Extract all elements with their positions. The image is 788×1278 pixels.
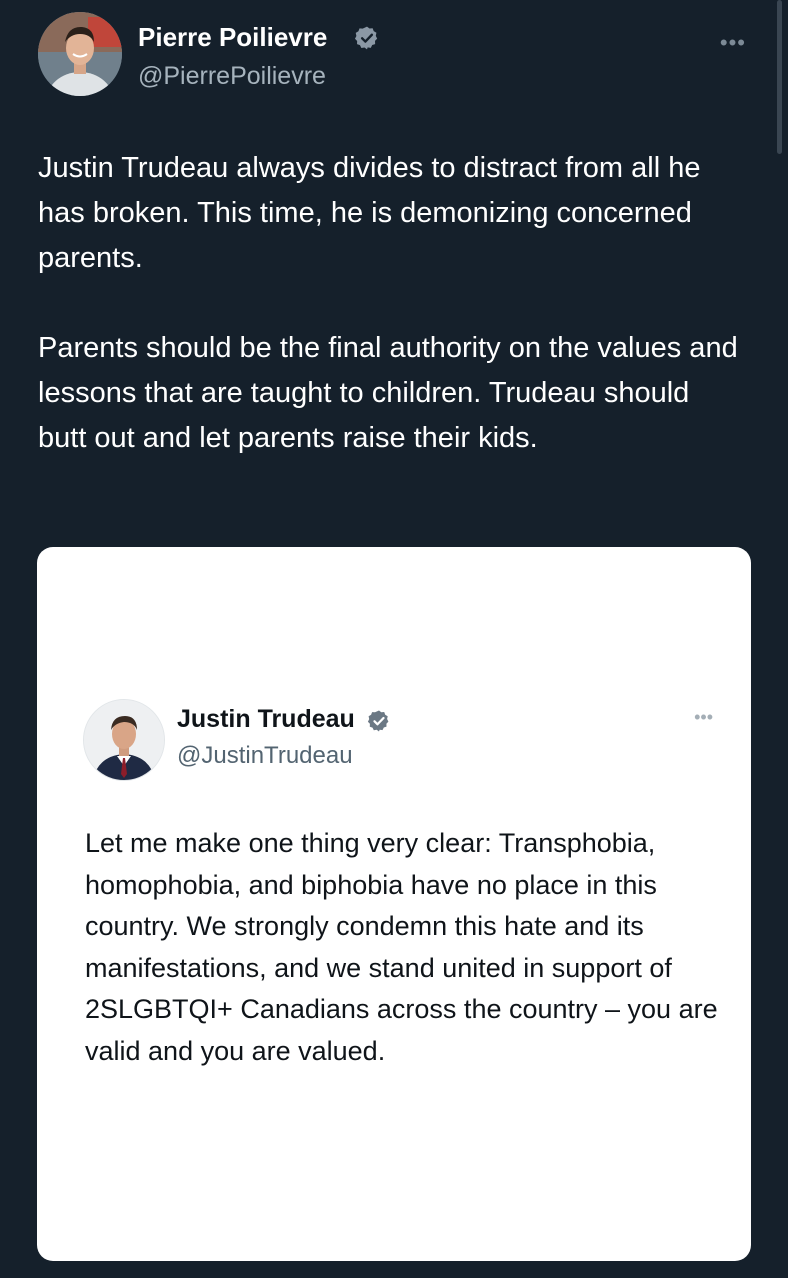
tweet-header: Pierre Poilievre @PierrePoilievre ••• xyxy=(38,12,758,102)
quoted-author-avatar[interactable] xyxy=(83,699,165,781)
quoted-author-handle[interactable]: @JustinTrudeau xyxy=(177,742,353,770)
author-avatar-image xyxy=(38,12,122,96)
author-avatar[interactable] xyxy=(38,12,122,96)
scrollbar[interactable] xyxy=(777,0,782,154)
tweet-paragraph: Parents should be the final authority on… xyxy=(38,332,738,454)
tweet-text: Justin Trudeau always divides to distrac… xyxy=(38,146,738,461)
quoted-author-name[interactable]: Justin Trudeau xyxy=(177,705,355,734)
more-horizontal-icon[interactable]: ••• xyxy=(720,30,746,56)
tweet-paragraph: Justin Trudeau always divides to distrac… xyxy=(38,152,701,274)
verified-badge-icon xyxy=(367,710,389,732)
author-handle[interactable]: @PierrePoilievre xyxy=(138,62,326,91)
quoted-tweet-card[interactable]: Justin Trudeau @JustinTrudeau ••• Let me… xyxy=(37,547,751,1261)
more-horizontal-icon[interactable]: ••• xyxy=(694,707,713,728)
quoted-tweet-text: Let me make one thing very clear: Transp… xyxy=(85,828,718,1066)
verified-badge-icon xyxy=(354,26,378,50)
author-name[interactable]: Pierre Poilievre xyxy=(138,22,327,53)
quoted-author-avatar-image xyxy=(84,700,164,780)
